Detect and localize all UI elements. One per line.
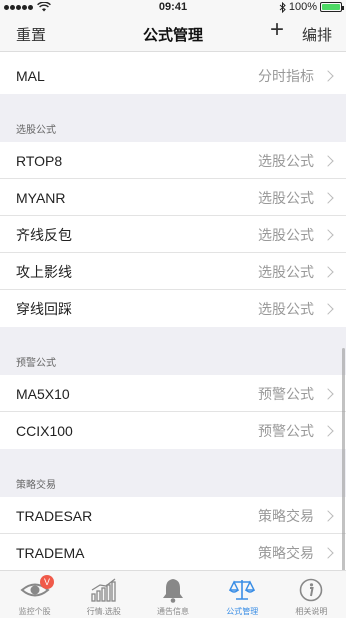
tab-label: 公式管理 (226, 607, 259, 616)
tab-help[interactable]: 相关说明 (277, 571, 346, 618)
tab-formula[interactable]: 公式管理 (208, 571, 277, 618)
section-header-alert: 预警公式 (16, 358, 56, 369)
status-right: 100% (279, 1, 344, 13)
item-type: 选股公式 (258, 152, 314, 169)
add-button[interactable]: + (270, 18, 284, 42)
list-item[interactable]: RTOP8 选股公式 (0, 142, 346, 179)
item-type: 分时指标 (258, 67, 314, 84)
tab-market[interactable]: 行情.选股 (69, 571, 138, 618)
list-item[interactable]: 攻上影线 选股公式 (0, 253, 346, 290)
item-name: 齐线反包 (16, 226, 72, 243)
item-name: RTOP8 (16, 152, 63, 169)
chevron-right-icon (322, 228, 334, 241)
chevron-right-icon (322, 154, 334, 167)
list-item[interactable]: MYANR 选股公式 (0, 179, 346, 216)
list-item[interactable]: TRADESAR 策略交易 (0, 497, 346, 534)
item-name: TRADEMA (16, 544, 85, 561)
tab-notice[interactable]: 通告信息 (138, 571, 207, 618)
tab-label: 相关说明 (295, 607, 328, 616)
notification-badge: V (40, 575, 54, 589)
section-header-strategy: 策略交易 (16, 480, 56, 491)
battery-icon (320, 2, 344, 12)
item-name: CCIX100 (16, 422, 73, 439)
item-type: 策略交易 (258, 544, 314, 561)
bluetooth-icon (279, 1, 286, 13)
chevron-right-icon (322, 546, 334, 559)
chevron-right-icon (322, 509, 334, 522)
item-name: MAL (16, 67, 45, 84)
tab-bar: V 监控个股 行情.选股 通告信息 公式管理 相关说明 (0, 570, 346, 618)
item-name: 攻上影线 (16, 263, 72, 280)
list-item[interactable]: CCIX100 预警公式 (0, 412, 346, 449)
item-type: 选股公式 (258, 263, 314, 280)
tab-label: 监控个股 (18, 607, 51, 616)
chevron-right-icon (322, 69, 334, 82)
chevron-right-icon (322, 387, 334, 400)
chevron-right-icon (322, 424, 334, 437)
item-type: 选股公式 (258, 226, 314, 243)
list-item[interactable]: 穿线回踩 选股公式 (0, 290, 346, 327)
section-header-stock-selection: 选股公式 (16, 125, 56, 136)
formula-list[interactable]: MAL 分时指标 选股公式 RTOP8 选股公式 MYANR 选股公式 齐线反包 选股… (0, 52, 346, 570)
item-name: MA5X10 (16, 385, 70, 402)
list-item[interactable]: TRADEMA 策略交易 (0, 534, 346, 570)
bar-chart-icon (91, 578, 116, 602)
item-type: 选股公式 (258, 189, 314, 206)
arrange-button[interactable]: 编排 (302, 24, 332, 45)
nav-bar: 重置 公式管理 + 编排 (0, 14, 346, 52)
tab-monitor[interactable]: V 监控个股 (0, 571, 69, 618)
list-item[interactable]: MA5X10 预警公式 (0, 375, 346, 412)
item-name: TRADESAR (16, 507, 93, 524)
item-name: MYANR (16, 189, 66, 206)
formula-icon (229, 580, 256, 600)
item-name: 穿线回踩 (16, 300, 72, 317)
page-title: 公式管理 (142, 27, 203, 44)
tab-label: 行情.选股 (86, 607, 121, 616)
chevron-right-icon (322, 265, 334, 278)
list-item-mal[interactable]: MAL 分时指标 (0, 57, 346, 94)
tab-label: 通告信息 (157, 607, 189, 616)
bell-icon (163, 579, 183, 603)
item-type: 策略交易 (258, 507, 314, 524)
item-type: 预警公式 (258, 385, 314, 402)
scrollbar[interactable] (342, 348, 345, 588)
status-bar: 09:41 100% (0, 0, 346, 14)
info-icon (300, 578, 323, 602)
list-item[interactable]: 齐线反包 选股公式 (0, 216, 346, 253)
item-type: 选股公式 (258, 300, 314, 317)
item-type: 预警公式 (258, 422, 314, 439)
chevron-right-icon (322, 191, 334, 204)
chevron-right-icon (322, 302, 334, 315)
battery-percent: 100% (288, 1, 317, 13)
